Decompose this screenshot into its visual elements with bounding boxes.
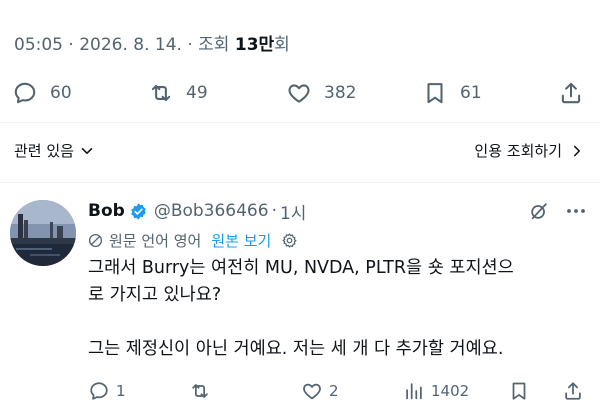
repost-icon (192, 384, 208, 398)
reply-reply-count: 1 (116, 382, 126, 400)
view-quotes-link[interactable]: 인용 조회하기 (474, 140, 584, 161)
reply-share-button[interactable] (562, 376, 584, 406)
reply-like-count: 2 (329, 382, 339, 400)
bookmark-icon (512, 382, 526, 400)
repost-icon (151, 84, 171, 102)
avatar[interactable] (10, 200, 76, 266)
bookmark-button[interactable]: 61 (422, 76, 482, 110)
views-count[interactable]: 13만 (235, 35, 274, 55)
grok-icon[interactable] (528, 200, 550, 222)
share-icon (565, 382, 581, 400)
verified-badge-icon (131, 202, 146, 220)
divider (0, 122, 600, 123)
chevron-right-icon (574, 145, 580, 156)
reply-action-bar: 1 2 1402 (0, 376, 600, 406)
related-filter-dropdown[interactable]: 관련 있음 (14, 140, 94, 161)
reply-text: 그래서 Burry는 여전히 MU, NVDA, PLTR을 숏 포지션으 로 … (88, 258, 514, 359)
like-button[interactable]: 382 (286, 76, 356, 110)
speech-bubble-icon (90, 382, 108, 400)
views-suffix: 회 (274, 35, 290, 55)
reply-author-handle[interactable]: @Bob366466 (154, 201, 269, 221)
globe-icon (88, 233, 103, 247)
meta-separator: · (187, 35, 193, 55)
divider (0, 182, 600, 183)
heart-icon (288, 84, 310, 103)
related-label: 관련 있음 (14, 142, 74, 160)
header-separator: · (271, 201, 277, 221)
reply-like-button[interactable]: 2 (301, 376, 339, 406)
reply-count: 60 (50, 83, 72, 103)
show-original-link[interactable]: 원본 보기 (211, 230, 271, 251)
repost-button[interactable]: 49 (148, 76, 208, 110)
reply-bookmark-button[interactable] (508, 376, 530, 406)
chevron-down-icon (81, 147, 93, 154)
tweet-date[interactable]: 2026. 8. 14. (79, 35, 182, 55)
views-prefix: 조회 (198, 35, 230, 55)
share-button[interactable] (558, 76, 584, 110)
reply-header: Bob @Bob366466 · 1시 (88, 198, 588, 224)
bar-chart-icon (406, 383, 422, 400)
meta-separator: · (68, 35, 74, 55)
reply-timestamp[interactable]: 1시 (280, 199, 306, 224)
tweet-action-bar: 60 49 382 61 (0, 76, 600, 110)
reply-button[interactable]: 60 (12, 76, 72, 110)
repost-count: 49 (186, 83, 208, 103)
reply-views-button[interactable]: 1402 (403, 376, 469, 406)
tweet-time[interactable]: 05:05 (14, 35, 63, 55)
translation-label: 원문 언어 영어 (109, 231, 202, 250)
like-count: 382 (324, 83, 357, 103)
reply-author-name[interactable]: Bob (88, 201, 125, 221)
reply-views-count: 1402 (431, 382, 470, 400)
share-icon (561, 82, 581, 104)
speech-bubble-icon (14, 82, 36, 104)
reply-reply-button[interactable]: 1 (88, 376, 126, 406)
more-icon[interactable] (564, 200, 588, 222)
reply-repost-button[interactable] (189, 376, 217, 406)
bookmark-count: 61 (460, 83, 482, 103)
avatar-image (10, 200, 76, 266)
tweet-meta: 05:05 · 2026. 8. 14. · 조회 13만회 (14, 30, 290, 55)
heart-icon (303, 383, 321, 400)
bookmark-icon (427, 83, 443, 104)
gear-icon[interactable] (281, 232, 298, 249)
translation-notice: 원문 언어 영어 원본 보기 (88, 229, 298, 251)
quote-views-label: 인용 조회하기 (474, 142, 562, 160)
